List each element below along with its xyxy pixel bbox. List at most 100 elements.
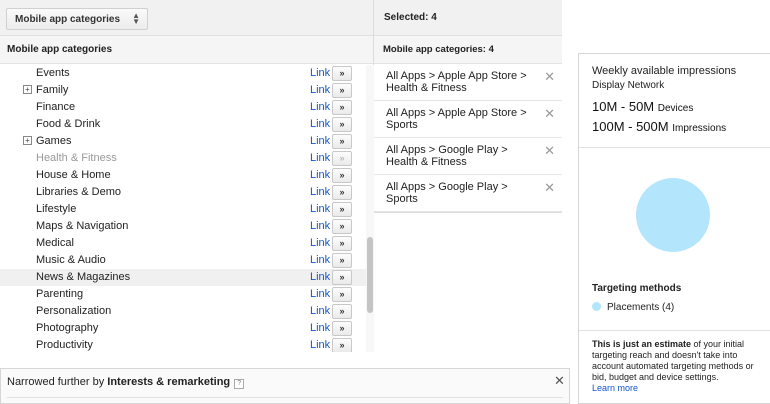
add-category-button[interactable]: » bbox=[332, 83, 352, 98]
category-link[interactable]: Link bbox=[310, 203, 330, 215]
category-link[interactable]: Link bbox=[310, 84, 330, 96]
category-row[interactable]: Libraries & Demo Link» bbox=[0, 184, 366, 201]
reach-circle bbox=[636, 178, 710, 252]
category-link[interactable]: Link bbox=[310, 237, 330, 249]
category-name: Parenting bbox=[36, 288, 84, 300]
selected-item: All Apps > Google Play > Health & Fitnes… bbox=[374, 138, 562, 175]
expand-icon[interactable]: + bbox=[23, 136, 32, 145]
scrollbar-thumb[interactable] bbox=[367, 237, 373, 313]
select-arrow-icon: ▲ ▼ bbox=[132, 11, 140, 26]
category-link[interactable]: Link bbox=[310, 101, 330, 113]
category-name: Music & Audio bbox=[36, 254, 106, 266]
category-row[interactable]: Lifestyle Link» bbox=[0, 201, 366, 218]
devices-metric: 10M - 50M Devices bbox=[592, 99, 693, 114]
category-row[interactable]: + Family Link» bbox=[0, 82, 366, 99]
add-category-button[interactable]: » bbox=[332, 338, 352, 352]
category-link[interactable]: Link bbox=[310, 186, 330, 198]
selected-count-title: Selected: 4 bbox=[374, 0, 562, 36]
divider bbox=[579, 147, 770, 148]
category-name: News & Magazines bbox=[36, 271, 131, 283]
add-category-button[interactable]: » bbox=[332, 66, 352, 81]
category-row[interactable]: Events Link» bbox=[0, 65, 366, 82]
add-category-button[interactable]: » bbox=[332, 185, 352, 200]
add-category-button[interactable]: » bbox=[332, 253, 352, 268]
expand-icon[interactable]: + bbox=[23, 85, 32, 94]
category-name: Personalization bbox=[36, 305, 112, 317]
category-link[interactable]: Link bbox=[310, 339, 330, 351]
selected-list-header: Mobile app categories: 4 bbox=[374, 36, 562, 64]
selected-list: All Apps > Apple App Store > Health & Fi… bbox=[374, 64, 562, 213]
add-category-button[interactable]: » bbox=[332, 321, 352, 336]
category-link[interactable]: Link bbox=[310, 152, 330, 164]
category-link[interactable]: Link bbox=[310, 271, 330, 283]
category-link[interactable]: Link bbox=[310, 169, 330, 181]
impressions-metric: 100M - 500M Impressions bbox=[592, 119, 726, 134]
category-list-scrollbar[interactable] bbox=[366, 65, 374, 352]
selected-item-label: All Apps > Google Play > Health & Fitnes… bbox=[386, 144, 508, 168]
category-row[interactable]: Productivity Link» bbox=[0, 337, 366, 352]
help-icon[interactable]: ? bbox=[234, 379, 245, 389]
impressions-label: Impressions bbox=[672, 123, 727, 134]
selected-panel: Selected: 4 Mobile app categories: 4 All… bbox=[374, 0, 562, 352]
category-name: Finance bbox=[36, 101, 76, 113]
add-category-button[interactable]: » bbox=[332, 270, 352, 285]
add-category-button[interactable]: » bbox=[332, 202, 352, 217]
category-link[interactable]: Link bbox=[310, 322, 330, 334]
category-name: Libraries & Demo bbox=[36, 186, 121, 198]
placements-legend: Placements (4) bbox=[592, 302, 674, 313]
category-row[interactable]: + Games Link» bbox=[0, 133, 366, 150]
add-category-button[interactable]: » bbox=[332, 168, 352, 183]
category-row[interactable]: Maps & Navigation Link» bbox=[0, 218, 366, 235]
category-row[interactable]: Food & Drink Link» bbox=[0, 116, 366, 133]
add-category-button[interactable]: » bbox=[332, 134, 352, 149]
add-category-button[interactable]: » bbox=[332, 117, 352, 132]
selected-item-label: All Apps > Apple App Store > Sports bbox=[386, 107, 527, 131]
category-link[interactable]: Link bbox=[310, 118, 330, 130]
category-list[interactable]: Events Link» + Family Link» Finance Link» Food … bbox=[0, 65, 366, 352]
selected-item: All Apps > Google Play > Sports ✕ bbox=[374, 175, 562, 212]
category-link[interactable]: Link bbox=[310, 288, 330, 300]
remove-icon[interactable]: ✕ bbox=[544, 107, 555, 120]
placements-dot-icon bbox=[592, 302, 601, 311]
category-type-select-label: Mobile app categories bbox=[15, 14, 121, 25]
impressions-title: Weekly available impressions bbox=[592, 65, 737, 77]
add-category-button[interactable]: » bbox=[332, 100, 352, 115]
category-name: House & Home bbox=[36, 169, 111, 181]
narrowing-title: Narrowed further by Interests & remarket… bbox=[7, 376, 245, 389]
category-toolbar: Mobile app categories ▲ ▼ bbox=[0, 0, 373, 36]
close-icon[interactable]: ✕ bbox=[554, 373, 565, 389]
estimate-note-bold: This is just an estimate bbox=[592, 339, 692, 349]
network-label: Display Network bbox=[592, 80, 665, 91]
category-row[interactable]: Finance Link» bbox=[0, 99, 366, 116]
category-link[interactable]: Link bbox=[310, 220, 330, 232]
category-row[interactable]: Personalization Link» bbox=[0, 303, 366, 320]
learn-more-link[interactable]: Learn more bbox=[592, 383, 638, 393]
add-category-button[interactable]: » bbox=[332, 151, 352, 166]
narrowing-prefix: Narrowed further by bbox=[7, 376, 108, 388]
category-type-select[interactable]: Mobile app categories ▲ ▼ bbox=[6, 8, 148, 30]
narrowing-section: Narrowed further by Interests & remarket… bbox=[0, 368, 570, 404]
impressions-estimate-panel: Weekly available impressions Display Net… bbox=[578, 53, 770, 404]
selected-item-label: All Apps > Apple App Store > Health & Fi… bbox=[386, 70, 527, 94]
category-link[interactable]: Link bbox=[310, 67, 330, 79]
add-category-button[interactable]: » bbox=[332, 219, 352, 234]
category-row[interactable]: Health & Fitness Link» bbox=[0, 150, 366, 167]
remove-icon[interactable]: ✕ bbox=[544, 70, 555, 83]
category-row[interactable]: Photography Link» bbox=[0, 320, 366, 337]
narrowing-bold: Interests & remarketing bbox=[107, 376, 231, 388]
targeting-methods-title: Targeting methods bbox=[592, 283, 682, 294]
add-category-button[interactable]: » bbox=[332, 304, 352, 319]
category-row[interactable]: House & Home Link» bbox=[0, 167, 366, 184]
category-row[interactable]: Medical Link» bbox=[0, 235, 366, 252]
remove-icon[interactable]: ✕ bbox=[544, 144, 555, 157]
remove-icon[interactable]: ✕ bbox=[544, 181, 555, 194]
category-link[interactable]: Link bbox=[310, 305, 330, 317]
category-row[interactable]: Music & Audio Link» bbox=[0, 252, 366, 269]
category-link[interactable]: Link bbox=[310, 135, 330, 147]
divider bbox=[579, 330, 770, 331]
category-row[interactable]: News & Magazines Link» bbox=[0, 269, 366, 286]
category-link[interactable]: Link bbox=[310, 254, 330, 266]
add-category-button[interactable]: » bbox=[332, 236, 352, 251]
category-row[interactable]: Parenting Link» bbox=[0, 286, 366, 303]
add-category-button[interactable]: » bbox=[332, 287, 352, 302]
